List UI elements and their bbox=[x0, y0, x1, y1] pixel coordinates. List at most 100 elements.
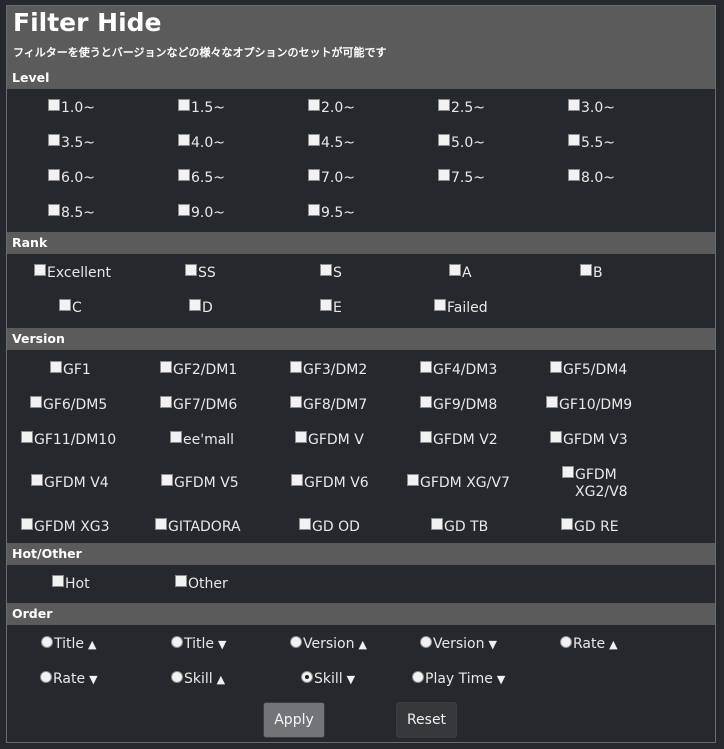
order-option[interactable]: Version ▲ bbox=[290, 636, 367, 653]
checkbox[interactable] bbox=[308, 99, 320, 111]
rank-option[interactable]: C bbox=[59, 299, 82, 317]
radio[interactable] bbox=[41, 636, 53, 648]
version-option[interactable]: GFDM V2 bbox=[420, 431, 498, 449]
version-option[interactable]: GF9/DM8 bbox=[420, 396, 497, 414]
version-option[interactable]: GFDM V3 bbox=[550, 431, 628, 449]
radio[interactable] bbox=[171, 671, 183, 683]
rank-option[interactable]: E bbox=[320, 299, 342, 317]
checkbox[interactable] bbox=[34, 264, 46, 276]
checkbox[interactable] bbox=[568, 169, 580, 181]
checkbox[interactable] bbox=[420, 396, 432, 408]
checkbox[interactable] bbox=[48, 169, 60, 181]
checkbox[interactable] bbox=[52, 575, 64, 587]
level-option[interactable]: 6.5~ bbox=[178, 169, 225, 187]
checkbox[interactable] bbox=[308, 134, 320, 146]
checkbox[interactable] bbox=[320, 264, 332, 276]
checkbox[interactable] bbox=[438, 169, 450, 181]
checkbox[interactable] bbox=[546, 396, 558, 408]
checkbox[interactable] bbox=[431, 518, 443, 530]
version-option[interactable]: GF7/DM6 bbox=[160, 396, 237, 414]
checkbox[interactable] bbox=[189, 299, 201, 311]
version-option[interactable]: GF6/DM5 bbox=[30, 396, 107, 414]
checkbox[interactable] bbox=[308, 204, 320, 216]
checkbox[interactable] bbox=[155, 518, 167, 530]
checkbox[interactable] bbox=[178, 99, 190, 111]
reset-button[interactable]: Reset bbox=[396, 702, 457, 738]
checkbox[interactable] bbox=[320, 299, 332, 311]
level-option[interactable]: 4.0~ bbox=[178, 134, 225, 152]
level-option[interactable]: 8.0~ bbox=[568, 169, 615, 187]
level-option[interactable]: 5.0~ bbox=[438, 134, 485, 152]
checkbox[interactable] bbox=[21, 431, 33, 443]
level-option[interactable]: 3.5~ bbox=[48, 134, 95, 152]
checkbox[interactable] bbox=[48, 99, 60, 111]
version-option[interactable]: GFDM V6 bbox=[291, 474, 369, 492]
checkbox[interactable] bbox=[295, 431, 307, 443]
checkbox[interactable] bbox=[160, 361, 172, 373]
rank-option[interactable]: SS bbox=[185, 264, 216, 282]
level-option[interactable]: 1.5~ bbox=[178, 99, 225, 117]
level-option[interactable]: 9.0~ bbox=[178, 204, 225, 222]
checkbox[interactable] bbox=[299, 518, 311, 530]
apply-button[interactable]: Apply bbox=[263, 702, 325, 738]
checkbox[interactable] bbox=[290, 361, 302, 373]
checkbox[interactable] bbox=[161, 474, 173, 486]
level-option[interactable]: 2.0~ bbox=[308, 99, 355, 117]
order-option[interactable]: Version ▼ bbox=[420, 636, 497, 653]
version-option[interactable]: GD OD bbox=[299, 518, 360, 536]
order-option[interactable]: Title ▲ bbox=[41, 636, 96, 653]
radio[interactable] bbox=[290, 636, 302, 648]
level-option[interactable]: 5.5~ bbox=[568, 134, 615, 152]
level-option[interactable]: 4.5~ bbox=[308, 134, 355, 152]
checkbox[interactable] bbox=[568, 99, 580, 111]
checkbox[interactable] bbox=[59, 299, 71, 311]
checkbox[interactable] bbox=[449, 264, 461, 276]
version-option[interactable]: GF10/DM9 bbox=[546, 396, 632, 414]
version-option[interactable]: GF8/DM7 bbox=[290, 396, 367, 414]
rank-option[interactable]: Failed bbox=[434, 299, 488, 317]
checkbox[interactable] bbox=[30, 396, 42, 408]
checkbox[interactable] bbox=[550, 361, 562, 373]
level-option[interactable]: 1.0~ bbox=[48, 99, 95, 117]
radio[interactable] bbox=[171, 636, 183, 648]
checkbox[interactable] bbox=[48, 204, 60, 216]
version-option[interactable]: GITADORA bbox=[155, 518, 241, 536]
level-option[interactable]: 7.0~ bbox=[308, 169, 355, 187]
checkbox[interactable] bbox=[308, 169, 320, 181]
radio-selected[interactable] bbox=[301, 671, 313, 683]
checkbox[interactable] bbox=[160, 396, 172, 408]
checkbox[interactable] bbox=[170, 431, 182, 443]
order-option[interactable]: Title ▼ bbox=[171, 636, 226, 653]
order-option[interactable]: Skill ▲ bbox=[171, 671, 225, 688]
checkbox[interactable] bbox=[438, 134, 450, 146]
checkbox[interactable] bbox=[185, 264, 197, 276]
checkbox[interactable] bbox=[290, 396, 302, 408]
rank-option[interactable]: D bbox=[189, 299, 213, 317]
rank-option[interactable]: Excellent bbox=[34, 264, 111, 282]
version-option[interactable]: GFDM V5 bbox=[161, 474, 239, 492]
version-option[interactable]: GF3/DM2 bbox=[290, 361, 367, 379]
level-option[interactable]: 3.0~ bbox=[568, 99, 615, 117]
version-option[interactable]: GF2/DM1 bbox=[160, 361, 237, 379]
checkbox[interactable] bbox=[568, 134, 580, 146]
hot-option[interactable]: Hot bbox=[52, 575, 90, 593]
version-option[interactable]: GFDM XG3 bbox=[21, 518, 110, 536]
checkbox[interactable] bbox=[434, 299, 446, 311]
level-option[interactable]: 6.0~ bbox=[48, 169, 95, 187]
checkbox[interactable] bbox=[178, 169, 190, 181]
version-option[interactable]: GF5/DM4 bbox=[550, 361, 627, 379]
radio[interactable] bbox=[412, 671, 424, 683]
checkbox[interactable] bbox=[407, 474, 419, 486]
checkbox[interactable] bbox=[550, 431, 562, 443]
checkbox[interactable] bbox=[580, 264, 592, 276]
checkbox[interactable] bbox=[438, 99, 450, 111]
checkbox[interactable] bbox=[48, 134, 60, 146]
version-option[interactable]: GFDM XG2/V8 bbox=[562, 466, 637, 501]
version-option[interactable]: GFDM V4 bbox=[31, 474, 109, 492]
other-option[interactable]: Other bbox=[175, 575, 228, 593]
checkbox[interactable] bbox=[562, 466, 574, 478]
checkbox[interactable] bbox=[21, 518, 33, 530]
checkbox[interactable] bbox=[420, 431, 432, 443]
version-option[interactable]: ee'mall bbox=[170, 431, 234, 449]
radio[interactable] bbox=[40, 671, 52, 683]
